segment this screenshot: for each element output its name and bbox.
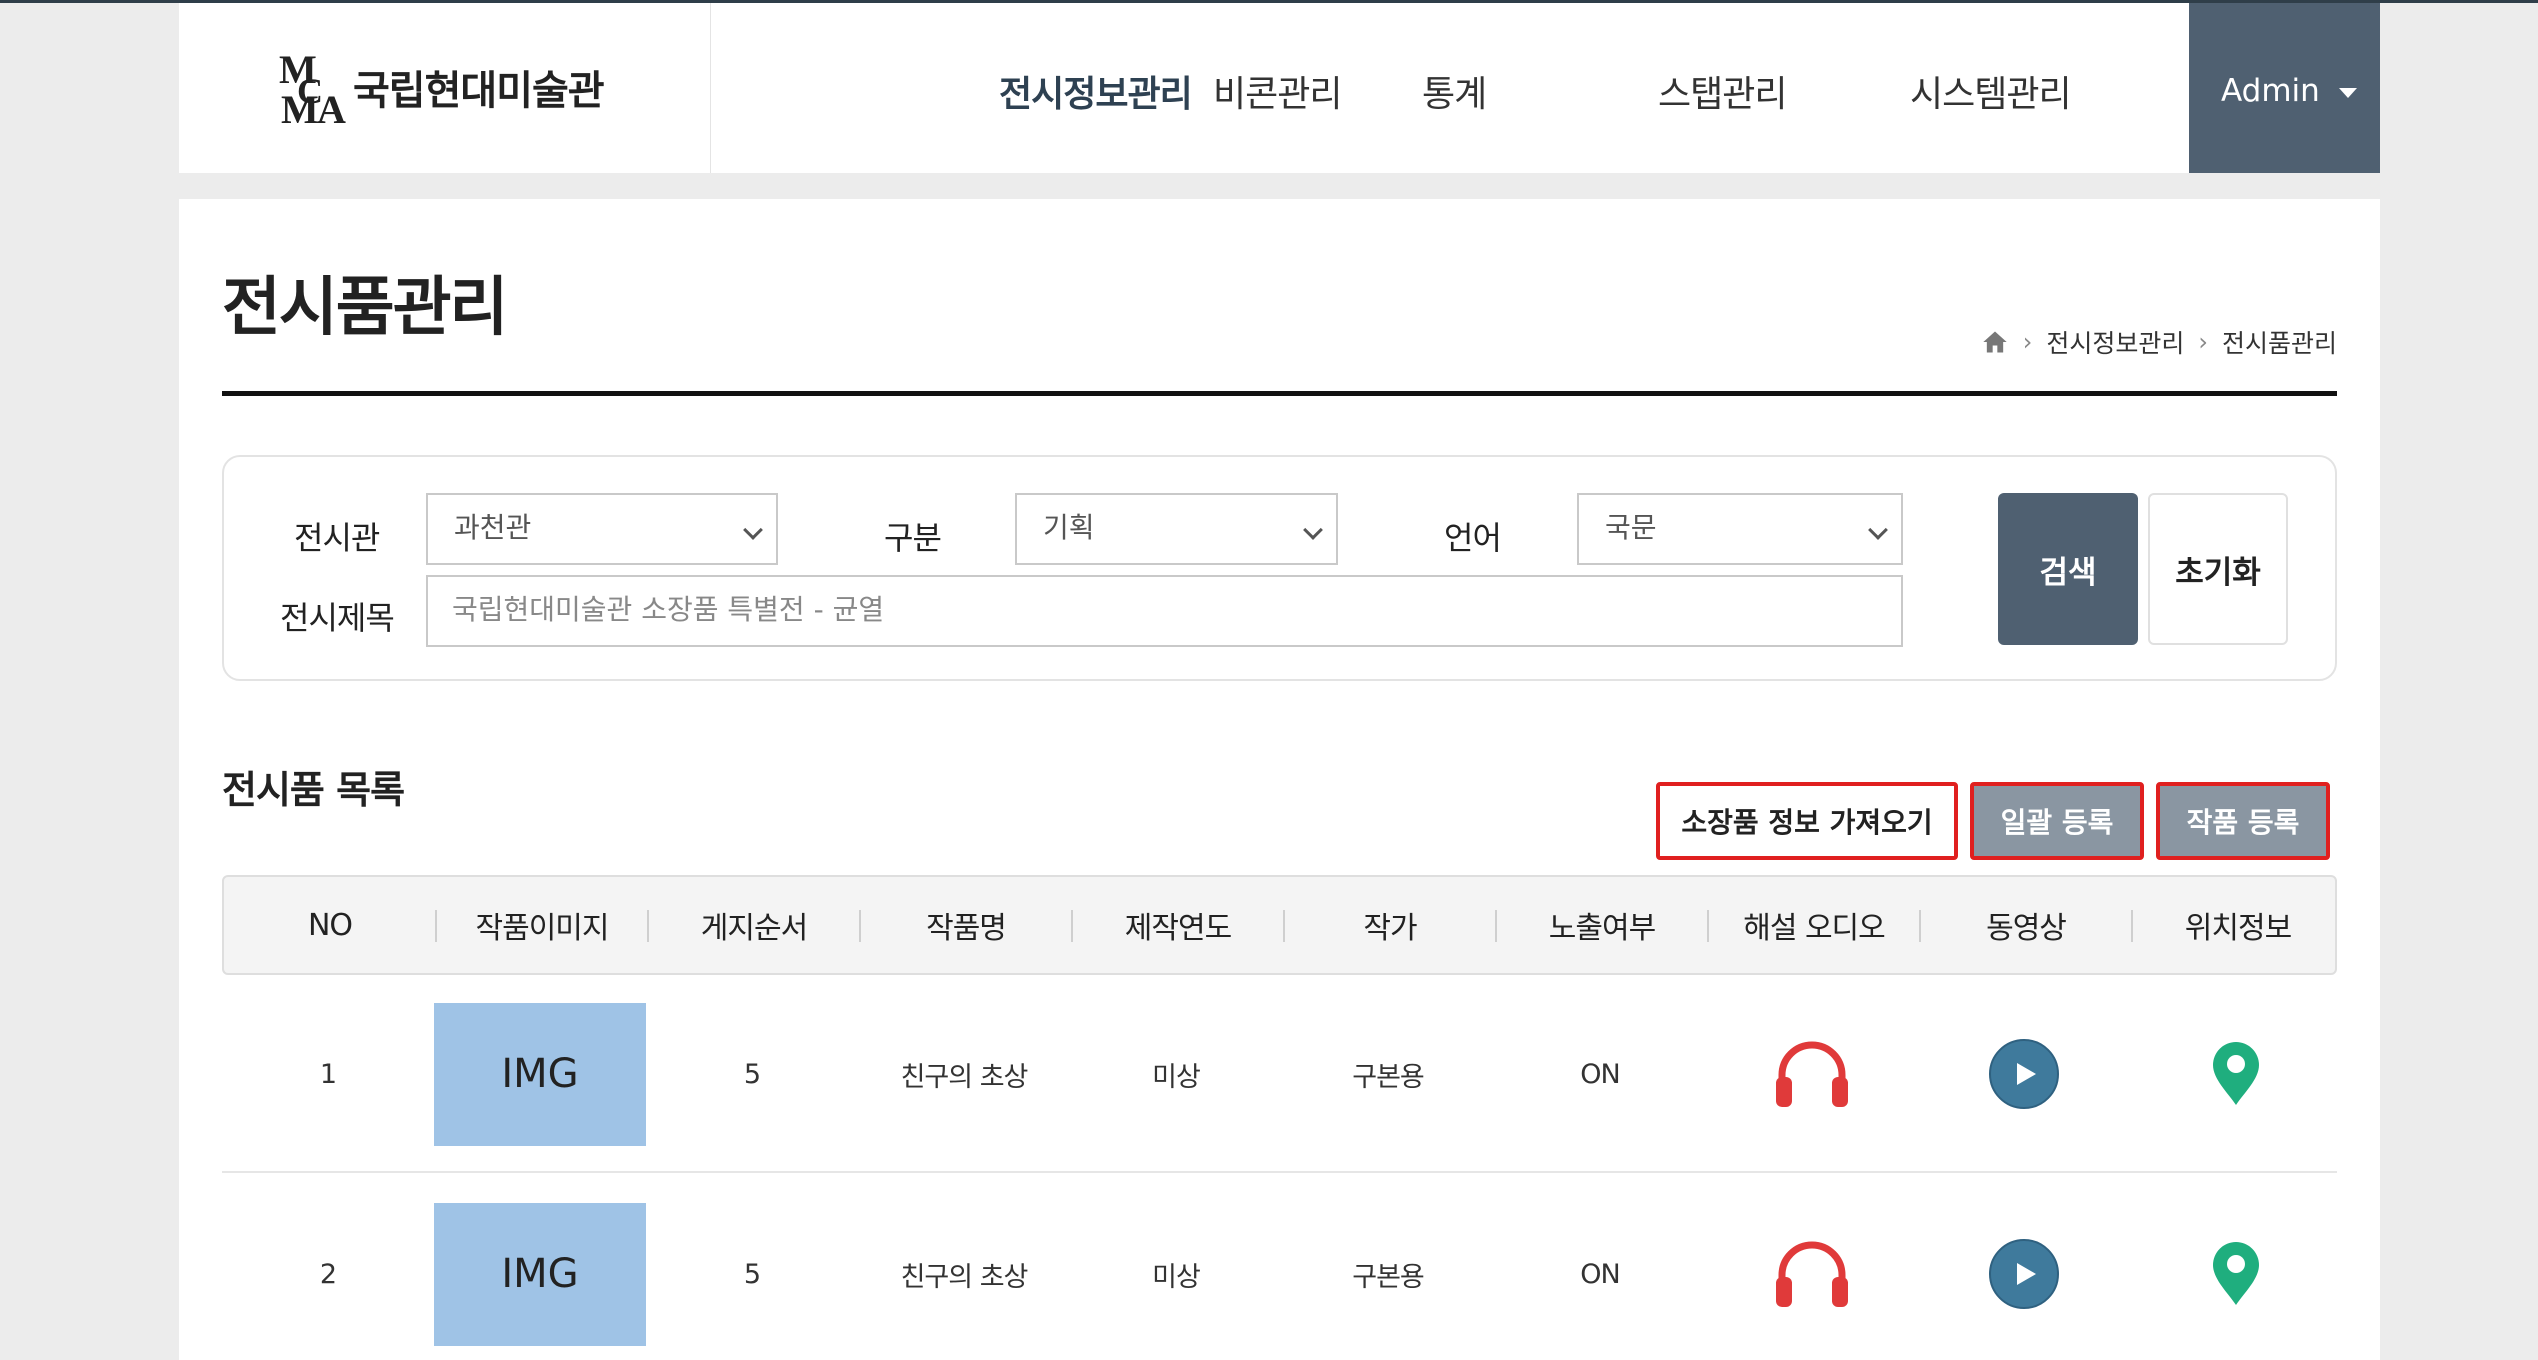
- artwork-thumbnail[interactable]: IMG: [434, 1202, 646, 1346]
- cell-no: 1: [319, 1058, 337, 1090]
- logo-text: 국립현대미술관: [353, 68, 605, 114]
- search-button[interactable]: 검색: [1998, 493, 2138, 645]
- column-header-name: 작품명: [926, 911, 1007, 946]
- cell-order: 5: [743, 1058, 761, 1090]
- cell-visibility: ON: [1580, 1258, 1620, 1290]
- table-row[interactable]: 2 IMG 5 친구의 초상 미상 구본용 ON: [222, 1175, 2337, 1360]
- breadcrumb-item-current: 전시품관리: [2221, 329, 2337, 358]
- chevron-down-icon: [743, 520, 763, 540]
- list-title: 전시품 목록: [222, 768, 405, 812]
- headphones-icon[interactable]: [1772, 1234, 1852, 1314]
- map-pin-icon[interactable]: [2196, 1034, 2276, 1114]
- nav-item-staff[interactable]: 스탭관리: [1658, 65, 1787, 117]
- caret-down-icon: [2339, 88, 2357, 98]
- admin-label: Admin: [2221, 73, 2320, 109]
- cell-location: [2130, 975, 2342, 1173]
- column-header-artist: 작가: [1363, 911, 1417, 946]
- column-header-no: NO: [307, 907, 353, 943]
- chevron-down-icon: [1868, 520, 1888, 540]
- table-row[interactable]: 1 IMG 5 친구의 초상 미상 구본용 ON: [222, 975, 2337, 1173]
- column-header-video: 동영상: [1986, 911, 2067, 946]
- language-select[interactable]: 국문: [1577, 493, 1903, 565]
- cell-video: [1918, 1175, 2130, 1360]
- logo-mark-icon: M C M A: [279, 47, 346, 125]
- play-icon[interactable]: [1984, 1234, 2064, 1314]
- type-select[interactable]: 기획: [1015, 493, 1338, 565]
- cell-visibility: ON: [1580, 1058, 1620, 1090]
- headphones-icon[interactable]: [1772, 1034, 1852, 1114]
- cell-audio: [1706, 975, 1918, 1173]
- nav-item-statistics[interactable]: 통계: [1422, 65, 1487, 117]
- cell-name[interactable]: 친구의 초상: [858, 975, 1070, 1173]
- cell-no: 2: [319, 1258, 337, 1290]
- language-label: 언어: [1444, 519, 1502, 557]
- cell-year: 미상: [1152, 1061, 1201, 1093]
- cell-image: IMG: [434, 1175, 646, 1360]
- breadcrumb-item-exhibition-info[interactable]: 전시정보관리: [2046, 324, 2184, 360]
- column-header-audio: 해설 오디오: [1743, 911, 1886, 946]
- main-nav: 전시정보관리 비콘관리 통계 스탭관리 시스템관리: [711, 3, 2189, 173]
- search-panel: 전시관 과천관 구분 기획 언어 국문 전시제목 국립현대미술관 소장품 특별전…: [222, 455, 2337, 681]
- cell-artist: 구본용: [1352, 1261, 1425, 1293]
- breadcrumb-separator: ›: [2198, 328, 2208, 356]
- column-header-image: 작품이미지: [475, 911, 610, 946]
- artwork-thumbnail[interactable]: IMG: [434, 1002, 646, 1146]
- bulk-register-button[interactable]: 일괄 등록: [1970, 782, 2144, 860]
- type-label: 구분: [884, 519, 942, 557]
- map-pin-icon[interactable]: [2196, 1234, 2276, 1314]
- breadcrumb: › 전시정보관리 › 전시품관리: [1981, 325, 2337, 359]
- admin-menu-button[interactable]: Admin: [2189, 3, 2380, 173]
- nav-item-system[interactable]: 시스템관리: [1910, 65, 2072, 117]
- exhibition-title-input[interactable]: 국립현대미술관 소장품 특별전 - 균열: [426, 575, 1903, 647]
- cell-audio: [1706, 1175, 1918, 1360]
- reset-button[interactable]: 초기화: [2148, 493, 2288, 645]
- column-header-location: 위치정보: [2184, 911, 2292, 946]
- cell-video: [1918, 975, 2130, 1173]
- breadcrumb-separator: ›: [2022, 328, 2033, 356]
- cell-year: 미상: [1152, 1261, 1201, 1293]
- content-panel: 전시품관리 › 전시정보관리 › 전시품관리 전시관 과천관 구분 기획 언어 …: [179, 199, 2380, 1360]
- cell-order: 5: [743, 1258, 761, 1290]
- chevron-down-icon: [1303, 520, 1323, 540]
- gallery-select-value: 과천관: [454, 511, 532, 544]
- gallery-select[interactable]: 과천관: [426, 493, 778, 565]
- exhibition-title-placeholder: 국립현대미술관 소장품 특별전 - 균열: [452, 593, 885, 626]
- column-header-order: 게지순서: [700, 911, 808, 946]
- title-divider: [222, 391, 2337, 396]
- add-artwork-button[interactable]: 작품 등록: [2156, 782, 2330, 860]
- play-icon[interactable]: [1984, 1034, 2064, 1114]
- cell-name[interactable]: 친구의 초상: [858, 1175, 1070, 1360]
- nav-item-exhibition-info[interactable]: 전시정보관리: [999, 65, 1193, 117]
- language-select-value: 국문: [1605, 511, 1657, 544]
- home-icon[interactable]: [1981, 328, 2009, 356]
- svg-text:A: A: [317, 87, 346, 125]
- cell-image: IMG: [434, 975, 646, 1173]
- svg-text:M: M: [281, 87, 319, 125]
- top-header: M C M A 국립현대미술관 전시정보관리 비콘관리 통계 스탭관리 시스템관…: [179, 3, 2380, 173]
- gallery-label: 전시관: [294, 519, 380, 557]
- logo[interactable]: M C M A 국립현대미술관: [179, 3, 711, 173]
- column-header-year: 제작연도: [1124, 911, 1232, 946]
- exhibition-title-label: 전시제목: [280, 599, 395, 637]
- column-header-visibility: 노출여부: [1548, 911, 1656, 946]
- table-header: NO 작품이미지 게지순서 작품명 제작연도 작가 노출여부 해설 오디오 동영…: [222, 875, 2337, 975]
- import-collection-button[interactable]: 소장품 정보 가져오기: [1656, 782, 1958, 860]
- page-title: 전시품관리: [222, 271, 508, 345]
- cell-artist: 구본용: [1352, 1061, 1425, 1093]
- cell-location: [2130, 1175, 2342, 1360]
- type-select-value: 기획: [1043, 511, 1095, 544]
- nav-item-beacon[interactable]: 비콘관리: [1213, 65, 1342, 117]
